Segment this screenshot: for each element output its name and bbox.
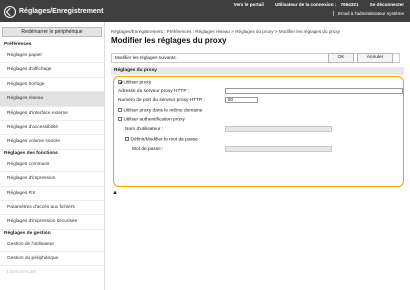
http-address-input[interactable] [225,88,403,94]
auth-row[interactable]: Utiliser authentification proxy [118,116,185,123]
sidebar-section-functions: Réglages des fonctions [4,150,58,156]
define-password-checkbox[interactable] [125,136,129,141]
admin-mail-link[interactable]: Email à l'administrateur système [333,11,404,17]
admin-mail-label[interactable]: Email à l'administrateur système [338,11,404,16]
define-password-row[interactable]: Définir/Modifier le mot de passe [125,136,198,143]
sidebar: Redémarrer le périphérique Préférences R… [0,22,105,290]
top-links: Vers le portail Utilisateur de la connex… [224,2,404,7]
app-title: Réglages/Enregistrement [19,8,104,15]
sidebar-item-rx[interactable]: Réglages RX [0,187,104,201]
sidebar-item-license[interactable]: Licence/Autre [0,266,104,280]
sidebar-item-external-interface[interactable]: Réglages d'interface externe [0,107,104,121]
sidebar-item-secure-print[interactable]: Réglages d'impression sécurisée [0,215,104,230]
auth-checkbox[interactable] [118,116,122,121]
same-domain-row[interactable]: Utiliser proxy dans le même domaine [118,107,203,114]
sidebar-item-common[interactable]: Réglages communs [0,158,104,173]
username-label: Nom d'utilisateur : [125,127,164,132]
same-domain-checkbox[interactable] [118,107,122,112]
ok-button[interactable]: OK [328,53,354,63]
sidebar-item-network[interactable]: Réglages réseau [0,92,104,107]
divider [333,11,335,17]
use-proxy-row[interactable]: Utiliser proxy [118,79,152,86]
http-port-label: Numéro de port du serveur proxy HTTP : [118,98,205,103]
sidebar-item-clock[interactable]: Réglages horloge [0,78,104,93]
sidebar-item-display[interactable]: Réglages d'affichage [0,63,104,78]
home-logo-icon[interactable] [4,6,16,18]
password-input[interactable] [225,146,332,152]
sidebar-item-user-management[interactable]: Gestion de l'utilisateur [0,238,104,253]
collapse-arrow-icon[interactable]: ▲ [112,190,118,196]
password-label: Mot de passe : [132,147,164,152]
sidebar-section-management: Réglages de gestion [4,230,51,236]
sidebar-item-print[interactable]: Réglages d'impression [0,172,104,187]
portal-link[interactable]: Vers le portail [234,2,264,7]
login-user-label: Utilisateur de la connexion : [275,2,337,7]
sidebar-item-accessibility[interactable]: Réglages d'accessibilité [0,121,104,136]
sidebar-item-file-access[interactable]: Paramètres d'accès aux fichiers [0,201,104,216]
breadcrumb: Réglages/Enregistrement : Préférences : … [111,29,341,34]
login-user-value: 7654321 [340,2,359,7]
sidebar-menu: Préférences Réglages papier Réglages d'a… [0,41,104,281]
define-password-label: Définir/Modifier le mot de passe [130,137,198,143]
sidebar-item-paper[interactable]: Réglages papier [0,49,104,64]
same-domain-label: Utiliser proxy dans le même domaine [123,108,203,114]
sidebar-item-device-management[interactable]: Gestion du périphérique [0,252,104,267]
page-title: Modifier les réglages du proxy [111,36,227,45]
proxy-settings-panel: Utiliser proxy Adresse du serveur proxy … [113,76,404,187]
sidebar-item-volume[interactable]: Réglages volume sonore [0,135,104,150]
main-content: Réglages/Enregistrement : Préférences : … [105,22,410,290]
auth-label: Utiliser authentification proxy [123,117,185,123]
use-proxy-label: Utiliser proxy [123,80,152,86]
use-proxy-checkbox[interactable] [118,79,122,84]
reboot-device-button[interactable]: Redémarrer le périphérique [2,27,102,37]
logout-link[interactable]: Se déconnecter [370,2,404,7]
sidebar-section-preferences: Préférences [4,42,32,47]
cancel-button[interactable]: Annuler [357,53,393,63]
http-port-input[interactable]: 80 [225,97,258,103]
top-bar: Réglages/Enregistrement Vers le portail … [0,0,410,22]
username-input[interactable] [225,126,332,132]
http-address-label: Adresse du serveur proxy HTTP : [118,89,190,94]
section-header: Réglages du proxy [111,67,404,75]
